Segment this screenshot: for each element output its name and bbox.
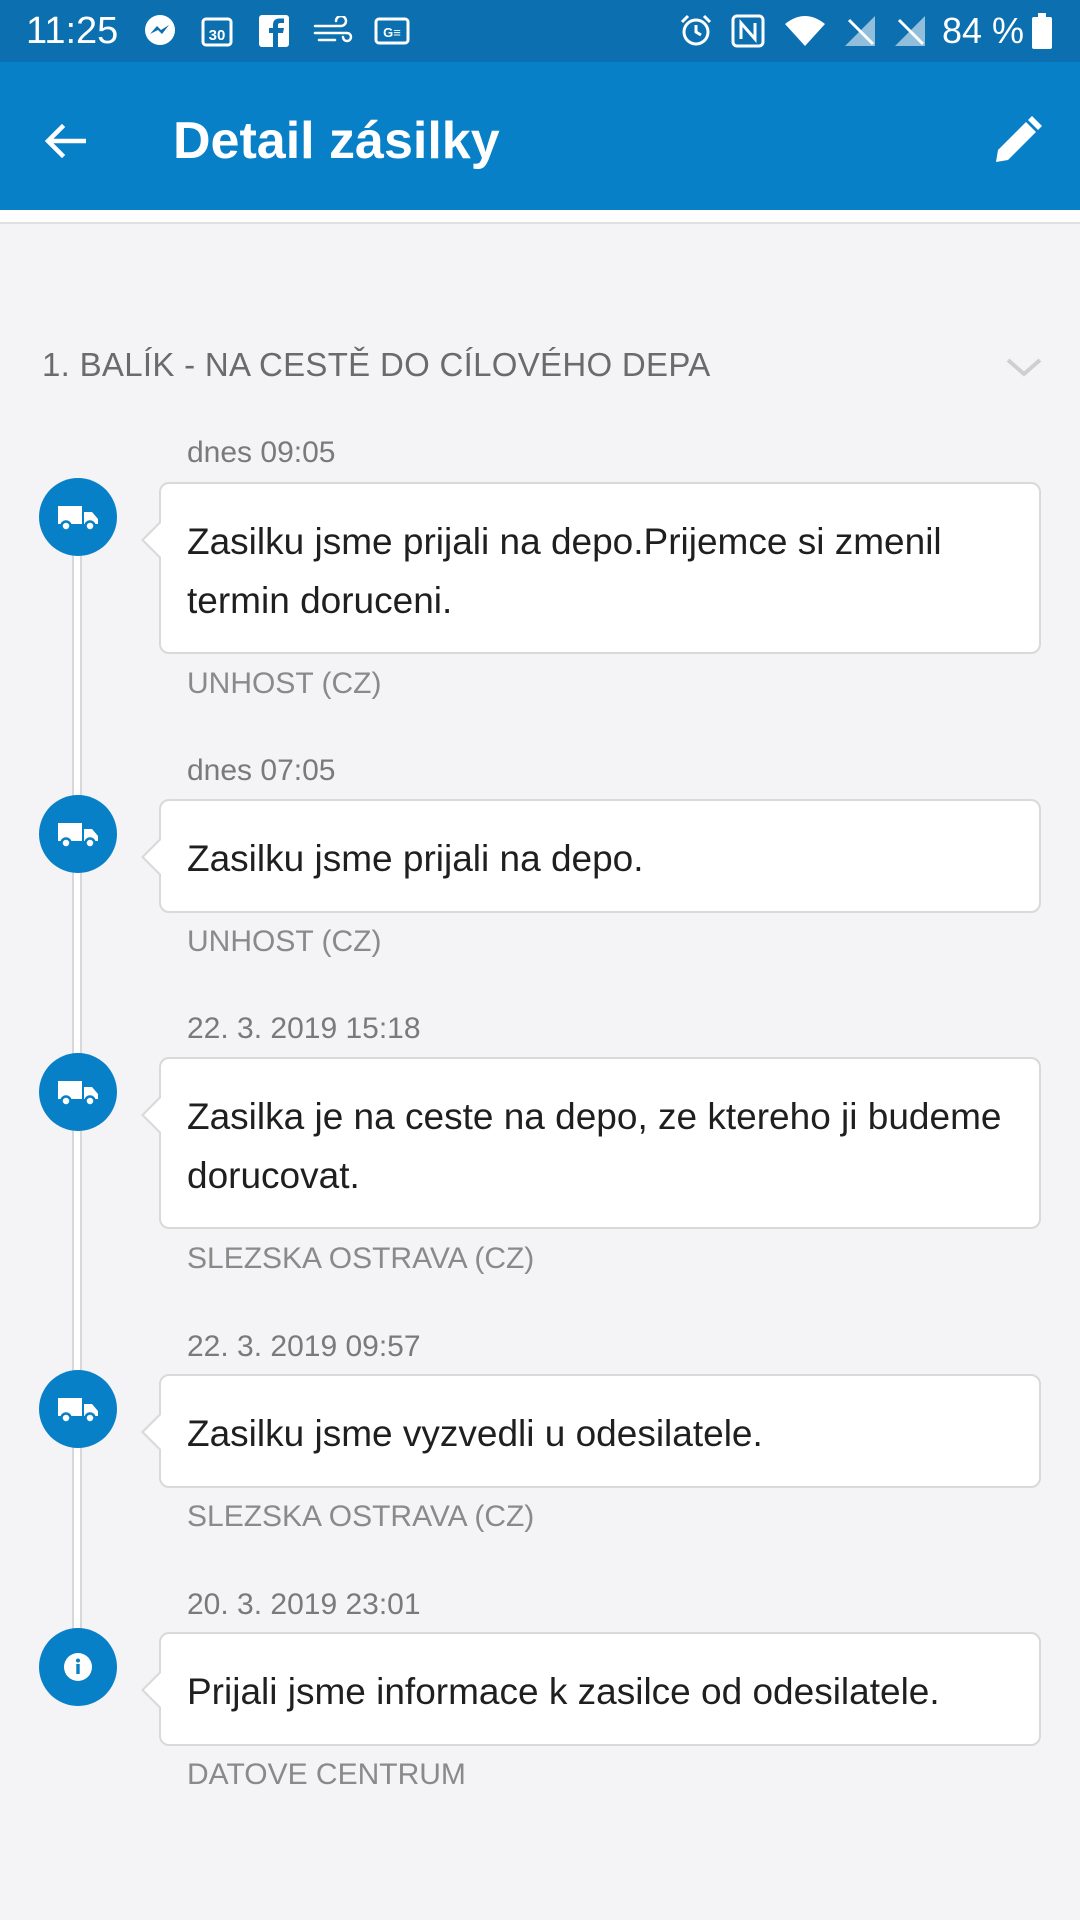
event-message: Zasilka je na ceste na depo, ze ktereho … (187, 1096, 1002, 1196)
facebook-icon (256, 12, 292, 50)
nfc-icon (728, 12, 768, 50)
truck-icon (39, 478, 117, 556)
app-bar: Detail zásilky (0, 62, 1080, 210)
info-icon (39, 1628, 117, 1706)
no-signal-icon (838, 12, 882, 50)
app-bar-divider (0, 210, 1080, 224)
truck-icon (39, 1053, 117, 1131)
event-message-card: Zasilku jsme vyzvedli u odesilatele. (141, 1374, 1041, 1488)
event-time: 22. 3. 2019 09:57 (187, 1330, 421, 1363)
pencil-icon (996, 116, 1042, 162)
event-location: SLEZSKA OSTRAVA (CZ) (187, 1242, 535, 1275)
event-message-card: Zasilku jsme prijali na depo. (141, 799, 1041, 913)
event-message: Prijali jsme informace k zasilce od odes… (187, 1671, 940, 1712)
truck-icon (39, 1370, 117, 1448)
event-message: Zasilku jsme vyzvedli u odesilatele. (187, 1413, 763, 1454)
event-time: dnes 07:05 (187, 754, 336, 787)
event-location: UNHOST (CZ) (187, 925, 382, 958)
page-title: Detail zásilky (173, 112, 500, 170)
status-bar: 11:25 30 G≡ 84 % (0, 0, 1080, 62)
svg-text:30: 30 (209, 27, 226, 44)
back-button[interactable] (30, 106, 100, 176)
battery-percentage: 84 % (942, 10, 1025, 51)
wind-icon (312, 12, 354, 50)
event-time: dnes 09:05 (187, 436, 336, 469)
no-signal-icon (888, 12, 932, 50)
event-time: 20. 3. 2019 23:01 (187, 1588, 421, 1621)
event-message-card: Prijali jsme informace k zasilce od odes… (141, 1632, 1041, 1746)
event-message-card: Zasilku jsme prijali na depo.Prijemce si… (141, 482, 1041, 654)
messenger-icon (140, 12, 180, 50)
event-location: DATOVE CENTRUM (187, 1758, 466, 1791)
truck-icon (39, 795, 117, 873)
event-location: UNHOST (CZ) (187, 667, 382, 700)
event-time: 22. 3. 2019 15:18 (187, 1012, 421, 1045)
alarm-icon (676, 12, 716, 50)
event-location: SLEZSKA OSTRAVA (CZ) (187, 1500, 535, 1533)
status-time: 11:25 (26, 10, 119, 52)
wifi-icon (782, 12, 828, 50)
event-message: Zasilku jsme prijali na depo.Prijemce si… (187, 521, 942, 621)
arrow-back-icon (44, 123, 86, 159)
svg-text:G≡: G≡ (383, 25, 401, 40)
chevron-down-icon[interactable] (1002, 352, 1046, 382)
news-icon: G≡ (372, 12, 412, 50)
event-message: Zasilku jsme prijali na depo. (187, 838, 644, 879)
section-title[interactable]: 1. BALÍK - NA CESTĚ DO CÍLOVÉHO DEPA (42, 346, 711, 384)
calendar-icon: 30 (198, 12, 236, 50)
event-message-card: Zasilka je na ceste na depo, ze ktereho … (141, 1057, 1041, 1229)
battery-icon (1030, 12, 1054, 50)
edit-button[interactable] (982, 106, 1052, 176)
